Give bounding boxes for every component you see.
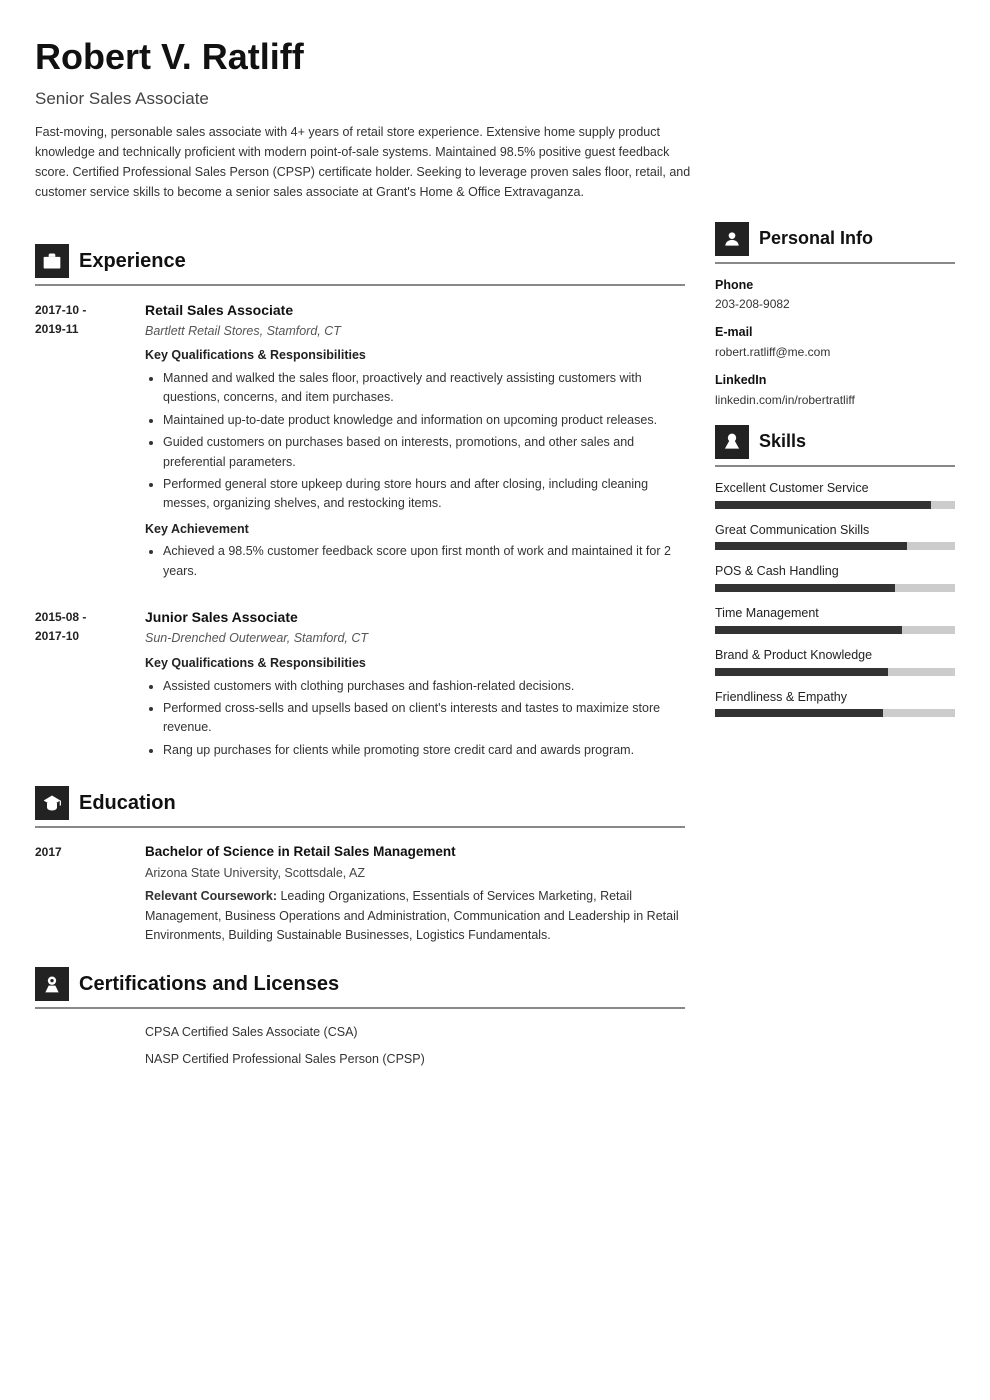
skill-bar-bg-1 [715, 542, 955, 550]
edu-content-0: Bachelor of Science in Retail Sales Mana… [145, 842, 685, 945]
exp-bullet-1-2: Rang up purchases for clients while prom… [163, 741, 685, 760]
education-section-header: Education [35, 786, 685, 820]
education-entry-0: 2017Bachelor of Science in Retail Sales … [35, 842, 685, 945]
exp-bullet-0-0: Manned and walked the sales floor, proac… [163, 369, 685, 408]
personal-info-header: Personal Info [715, 222, 955, 256]
experience-divider [35, 284, 685, 286]
experience-section-header: Experience [35, 244, 685, 278]
candidate-name: Robert V. Ratliff [35, 30, 955, 84]
exp-bullet-0-3: Performed general store upkeep during st… [163, 475, 685, 514]
education-list: 2017Bachelor of Science in Retail Sales … [35, 842, 685, 945]
exp-job-title-1: Junior Sales Associate [145, 607, 685, 628]
skill-name-0: Excellent Customer Service [715, 479, 955, 498]
linkedin-label: LinkedIn [715, 371, 955, 390]
skill-bar-fill-2 [715, 584, 895, 592]
phone-value: 203-208-9082 [715, 295, 955, 313]
personal-info-icon [715, 222, 749, 256]
skill-bar-fill-0 [715, 501, 931, 509]
skill-name-1: Great Communication Skills [715, 521, 955, 540]
skill-bar-fill-1 [715, 542, 907, 550]
skill-name-5: Friendliness & Empathy [715, 688, 955, 707]
exp-bullets-0: Manned and walked the sales floor, proac… [145, 369, 685, 514]
exp-content-1: Junior Sales AssociateSun-Drenched Outer… [145, 607, 685, 764]
skills-icon [715, 425, 749, 459]
edu-coursework-0: Relevant Coursework: Leading Organizatio… [145, 887, 685, 945]
skill-bar-bg-4 [715, 668, 955, 676]
exp-bullet-0-1: Maintained up-to-date product knowledge … [163, 411, 685, 430]
experience-list: 2017-10 - 2019-11Retail Sales AssociateB… [35, 300, 685, 765]
exp-company-0: Bartlett Retail Stores, Stamford, CT [145, 322, 685, 341]
exp-qual-heading-1: Key Qualifications & Responsibilities [145, 654, 685, 673]
candidate-title: Senior Sales Associate [35, 86, 955, 112]
exp-job-title-0: Retail Sales Associate [145, 300, 685, 321]
exp-achievement-list-0: Achieved a 98.5% customer feedback score… [145, 542, 685, 581]
exp-dates-0: 2017-10 - 2019-11 [35, 300, 145, 586]
skill-name-2: POS & Cash Handling [715, 562, 955, 581]
main-content: Experience 2017-10 - 2019-11Retail Sales… [35, 222, 955, 1077]
certifications-title: Certifications and Licenses [79, 969, 339, 999]
edu-school-0: Arizona State University, Scottsdale, AZ [145, 864, 685, 883]
skill-name-4: Brand & Product Knowledge [715, 646, 955, 665]
experience-entry-1: 2015-08 - 2017-10Junior Sales AssociateS… [35, 607, 685, 764]
linkedin-value: linkedin.com/in/robertratliff [715, 391, 955, 409]
right-column: Personal Info Phone 203-208-9082 E-mail … [715, 222, 955, 730]
skill-bar-bg-0 [715, 501, 955, 509]
experience-entry-0: 2017-10 - 2019-11Retail Sales AssociateB… [35, 300, 685, 586]
skills-header: Skills [715, 425, 955, 459]
edu-degree-0: Bachelor of Science in Retail Sales Mana… [145, 842, 685, 862]
cert-entry-0: CPSA Certified Sales Associate (CSA) [35, 1023, 685, 1042]
skill-bar-fill-4 [715, 668, 888, 676]
edu-year-0: 2017 [35, 842, 145, 945]
skill-bar-bg-2 [715, 584, 955, 592]
email-label: E-mail [715, 323, 955, 342]
candidate-summary: Fast-moving, personable sales associate … [35, 122, 695, 202]
personal-info-title: Personal Info [759, 225, 873, 252]
exp-bullet-1-0: Assisted customers with clothing purchas… [163, 677, 685, 696]
certifications-section-header: Certifications and Licenses [35, 967, 685, 1001]
header: Robert V. Ratliff Senior Sales Associate… [35, 30, 955, 202]
exp-achievement-0: Achieved a 98.5% customer feedback score… [163, 542, 685, 581]
exp-dates-1: 2015-08 - 2017-10 [35, 607, 145, 764]
email-value: robert.ratliff@me.com [715, 343, 955, 361]
certifications-icon [35, 967, 69, 1001]
education-title: Education [79, 788, 176, 818]
exp-qual-heading-0: Key Qualifications & Responsibilities [145, 346, 685, 365]
education-icon [35, 786, 69, 820]
exp-ach-heading-0: Key Achievement [145, 520, 685, 539]
cert-entry-1: NASP Certified Professional Sales Person… [35, 1050, 685, 1069]
certifications-list: CPSA Certified Sales Associate (CSA) NASP… [35, 1023, 685, 1069]
certifications-divider [35, 1007, 685, 1009]
skill-bar-fill-5 [715, 709, 883, 717]
skill-name-3: Time Management [715, 604, 955, 623]
skill-bar-bg-5 [715, 709, 955, 717]
exp-bullets-1: Assisted customers with clothing purchas… [145, 677, 685, 761]
skill-bar-fill-3 [715, 626, 902, 634]
skills-list: Excellent Customer Service Great Communic… [715, 479, 955, 718]
exp-content-0: Retail Sales AssociateBartlett Retail St… [145, 300, 685, 586]
education-divider [35, 826, 685, 828]
skill-bar-bg-3 [715, 626, 955, 634]
exp-bullet-0-2: Guided customers on purchases based on i… [163, 433, 685, 472]
left-column: Experience 2017-10 - 2019-11Retail Sales… [35, 222, 685, 1077]
personal-info-divider [715, 262, 955, 264]
skills-divider [715, 465, 955, 467]
skills-title: Skills [759, 428, 806, 455]
exp-company-1: Sun-Drenched Outerwear, Stamford, CT [145, 629, 685, 648]
experience-title: Experience [79, 246, 186, 276]
phone-label: Phone [715, 276, 955, 295]
experience-icon [35, 244, 69, 278]
exp-bullet-1-1: Performed cross-sells and upsells based … [163, 699, 685, 738]
